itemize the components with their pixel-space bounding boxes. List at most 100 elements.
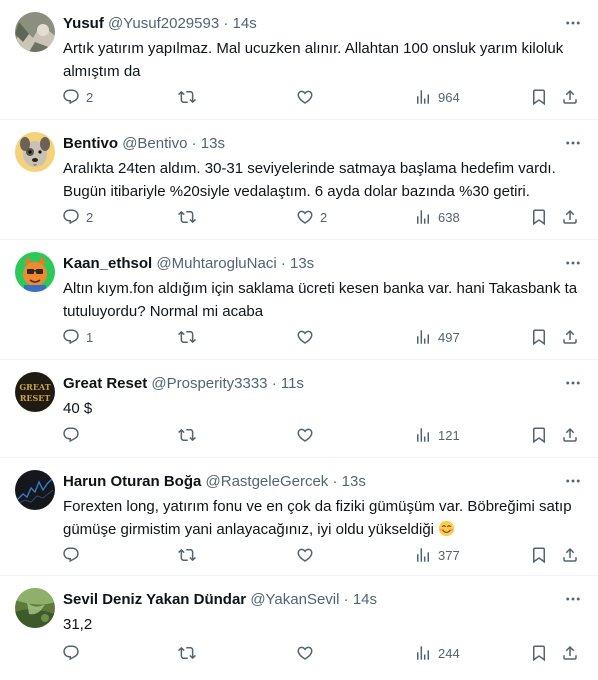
retweet-button[interactable]: [178, 326, 202, 348]
avatar[interactable]: [15, 470, 55, 510]
tweet-text: 31,2: [63, 616, 93, 633]
more-options-button[interactable]: [562, 252, 584, 274]
more-options-button[interactable]: [562, 132, 584, 154]
display-name[interactable]: Yusuf: [63, 15, 104, 32]
display-name[interactable]: Harun Oturan Boğa: [63, 473, 201, 490]
tweet-header: Kaan_ethsol @MuhtarogluNaci · 13s: [63, 254, 554, 274]
like-button[interactable]: [296, 86, 320, 108]
tweet-text: Artık yatırım yapılmaz. Mal ucuzken alın…: [63, 40, 564, 80]
retweet-button[interactable]: [178, 544, 202, 566]
display-name[interactable]: Bentivo: [63, 135, 118, 152]
heart-icon: [296, 208, 314, 226]
reply-button[interactable]: 2: [62, 206, 93, 228]
more-horizontal-icon: [564, 14, 582, 32]
like-button[interactable]: [296, 642, 320, 664]
share-button[interactable]: [561, 642, 579, 664]
share-icon: [561, 328, 579, 346]
retweet-icon: [178, 644, 196, 662]
reply-icon: [62, 644, 80, 662]
retweet-button[interactable]: [178, 206, 202, 228]
tweet[interactable]: Harun Oturan Boğa @RastgeleGercek · 13s …: [0, 458, 598, 576]
retweet-button[interactable]: [178, 86, 202, 108]
avatar[interactable]: [15, 252, 55, 292]
views-button[interactable]: 638: [414, 206, 460, 228]
more-options-button[interactable]: [562, 372, 584, 394]
more-options-button[interactable]: [562, 12, 584, 34]
tweet[interactable]: Yusuf @Yusuf2029593 · 14s Artık yatırım …: [0, 0, 598, 120]
tweet-header: Harun Oturan Boğa @RastgeleGercek · 13s: [63, 472, 554, 492]
user-handle[interactable]: @Yusuf2029593: [108, 15, 219, 32]
display-name[interactable]: Kaan_ethsol: [63, 255, 152, 272]
like-button[interactable]: [296, 424, 320, 446]
retweet-button[interactable]: [178, 424, 202, 446]
more-horizontal-icon: [564, 254, 582, 272]
reply-button[interactable]: 2: [62, 86, 93, 108]
user-handle[interactable]: @Prosperity3333: [151, 375, 267, 392]
views-icon: [414, 546, 432, 564]
like-button[interactable]: 2: [296, 206, 327, 228]
share-button[interactable]: [561, 206, 579, 228]
share-button[interactable]: [561, 424, 579, 446]
views-button[interactable]: 377: [414, 544, 460, 566]
avatar[interactable]: [15, 12, 55, 52]
avatar[interactable]: [15, 588, 55, 628]
heart-icon: [296, 644, 314, 662]
heart-icon: [296, 546, 314, 564]
views-button[interactable]: 121: [414, 424, 460, 446]
views-button[interactable]: 964: [414, 86, 460, 108]
view-count: 964: [438, 89, 460, 105]
bookmark-button[interactable]: [530, 544, 548, 566]
timestamp[interactable]: 13s: [290, 255, 314, 272]
bookmark-button[interactable]: [530, 326, 548, 348]
retweet-button[interactable]: [178, 642, 202, 664]
share-button[interactable]: [561, 326, 579, 348]
bookmark-icon: [530, 426, 548, 444]
view-count: 244: [438, 645, 460, 661]
more-options-button[interactable]: [562, 588, 584, 610]
separator-dot: ·: [191, 135, 197, 152]
view-count: 638: [438, 209, 460, 225]
timestamp[interactable]: 14s: [353, 591, 377, 608]
share-button[interactable]: [561, 86, 579, 108]
user-handle[interactable]: @YakanSevil: [250, 591, 339, 608]
reply-button[interactable]: 1: [62, 326, 93, 348]
tweet[interactable]: Kaan_ethsol @MuhtarogluNaci · 13s Altın …: [0, 240, 598, 360]
reply-button[interactable]: [62, 424, 86, 446]
bookmark-button[interactable]: [530, 424, 548, 446]
tweet[interactable]: GREAT RESET Great Reset @Prosperity3333 …: [0, 360, 598, 458]
user-handle[interactable]: @Bentivo: [122, 135, 187, 152]
share-icon: [561, 88, 579, 106]
avatar-image: [15, 252, 55, 292]
reply-count: 2: [86, 89, 94, 105]
more-options-button[interactable]: [562, 470, 584, 492]
bookmark-icon: [530, 546, 548, 564]
bookmark-button[interactable]: [530, 86, 548, 108]
reply-icon: [62, 88, 80, 106]
user-handle[interactable]: @RastgeleGercek: [206, 473, 329, 490]
like-button[interactable]: [296, 544, 320, 566]
display-name[interactable]: Great Reset: [63, 375, 147, 392]
reply-icon: [62, 328, 80, 346]
reply-button[interactable]: [62, 544, 86, 566]
avatar[interactable]: GREAT RESET: [15, 372, 55, 412]
timestamp[interactable]: 13s: [201, 135, 225, 152]
tweet[interactable]: Bentivo @Bentivo · 13s Aralıkta 24ten al…: [0, 120, 598, 240]
share-button[interactable]: [561, 544, 579, 566]
avatar-text-line-2: RESET: [20, 393, 51, 403]
user-handle[interactable]: @MuhtarogluNaci: [156, 255, 276, 272]
display-name[interactable]: Sevil Deniz Yakan Dündar: [63, 591, 246, 608]
timestamp[interactable]: 11s: [281, 375, 304, 392]
views-button[interactable]: 497: [414, 326, 460, 348]
tweet-header: Yusuf @Yusuf2029593 · 14s: [63, 14, 554, 34]
tweet[interactable]: Sevil Deniz Yakan Dündar @YakanSevil · 1…: [0, 576, 598, 680]
bookmark-button[interactable]: [530, 642, 548, 664]
timestamp[interactable]: 13s: [342, 473, 366, 490]
views-button[interactable]: 244: [414, 642, 460, 664]
reply-button[interactable]: [62, 642, 86, 664]
timestamp[interactable]: 14s: [233, 15, 257, 32]
avatar[interactable]: [15, 132, 55, 172]
more-horizontal-icon: [564, 472, 582, 490]
bookmark-button[interactable]: [530, 206, 548, 228]
like-button[interactable]: [296, 326, 320, 348]
bookmark-icon: [530, 208, 548, 226]
